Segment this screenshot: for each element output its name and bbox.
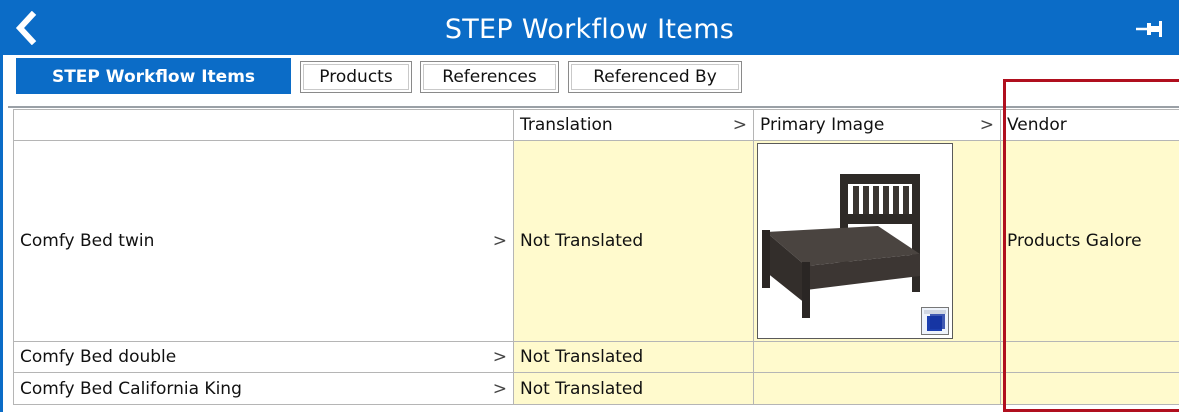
chevron-right-icon: > xyxy=(492,378,507,399)
title-bar: STEP Workflow Items xyxy=(0,0,1179,55)
table-top-border xyxy=(8,106,1179,108)
header-primary-image-label: Primary Image xyxy=(760,115,885,135)
chevron-right-icon: > xyxy=(492,231,507,251)
row-3-name: Comfy Bed California King xyxy=(20,378,242,399)
row-2-vendor[interactable] xyxy=(1001,342,1179,373)
row-1-translation[interactable]: Not Translated xyxy=(514,141,754,342)
tab-references[interactable]: References xyxy=(420,61,559,93)
tab-step-workflow-items[interactable]: STEP Workflow Items xyxy=(16,58,291,94)
header-name xyxy=(13,109,514,141)
row-2-translation[interactable]: Not Translated xyxy=(514,342,754,373)
image-badge-icon[interactable] xyxy=(921,307,949,335)
tab-products[interactable]: Products xyxy=(300,61,412,93)
header-translation-label: Translation xyxy=(520,115,613,135)
row-2-name-cell[interactable]: Comfy Bed double > xyxy=(13,342,514,373)
header-translation[interactable]: Translation > xyxy=(514,109,754,141)
row-1-name-cell[interactable]: Comfy Bed twin > xyxy=(13,141,514,342)
row-3-translation[interactable]: Not Translated xyxy=(514,373,754,405)
product-image-thumbnail[interactable] xyxy=(757,143,953,339)
tab-referenced-by[interactable]: Referenced By xyxy=(568,61,742,93)
row-2-primary-image-cell[interactable] xyxy=(754,342,1001,373)
tab-strip: STEP Workflow Items Products References … xyxy=(0,55,1179,99)
chevron-right-icon: > xyxy=(492,347,507,367)
pin-icon[interactable] xyxy=(1135,19,1165,39)
header-primary-image[interactable]: Primary Image > xyxy=(754,109,1001,141)
row-3-primary-image-cell[interactable] xyxy=(754,373,1001,405)
chevron-right-icon: > xyxy=(732,115,747,135)
window-title: STEP Workflow Items xyxy=(444,14,735,45)
row-3-vendor[interactable] xyxy=(1001,373,1179,405)
row-2-name: Comfy Bed double xyxy=(20,347,177,367)
header-vendor[interactable]: Vendor xyxy=(1001,109,1179,141)
row-1-vendor[interactable]: Products Galore xyxy=(1001,141,1179,342)
row-1-name: Comfy Bed twin xyxy=(20,231,155,251)
row-3-name-cell[interactable]: Comfy Bed California King > xyxy=(13,373,514,405)
chevron-right-icon: > xyxy=(979,115,994,135)
